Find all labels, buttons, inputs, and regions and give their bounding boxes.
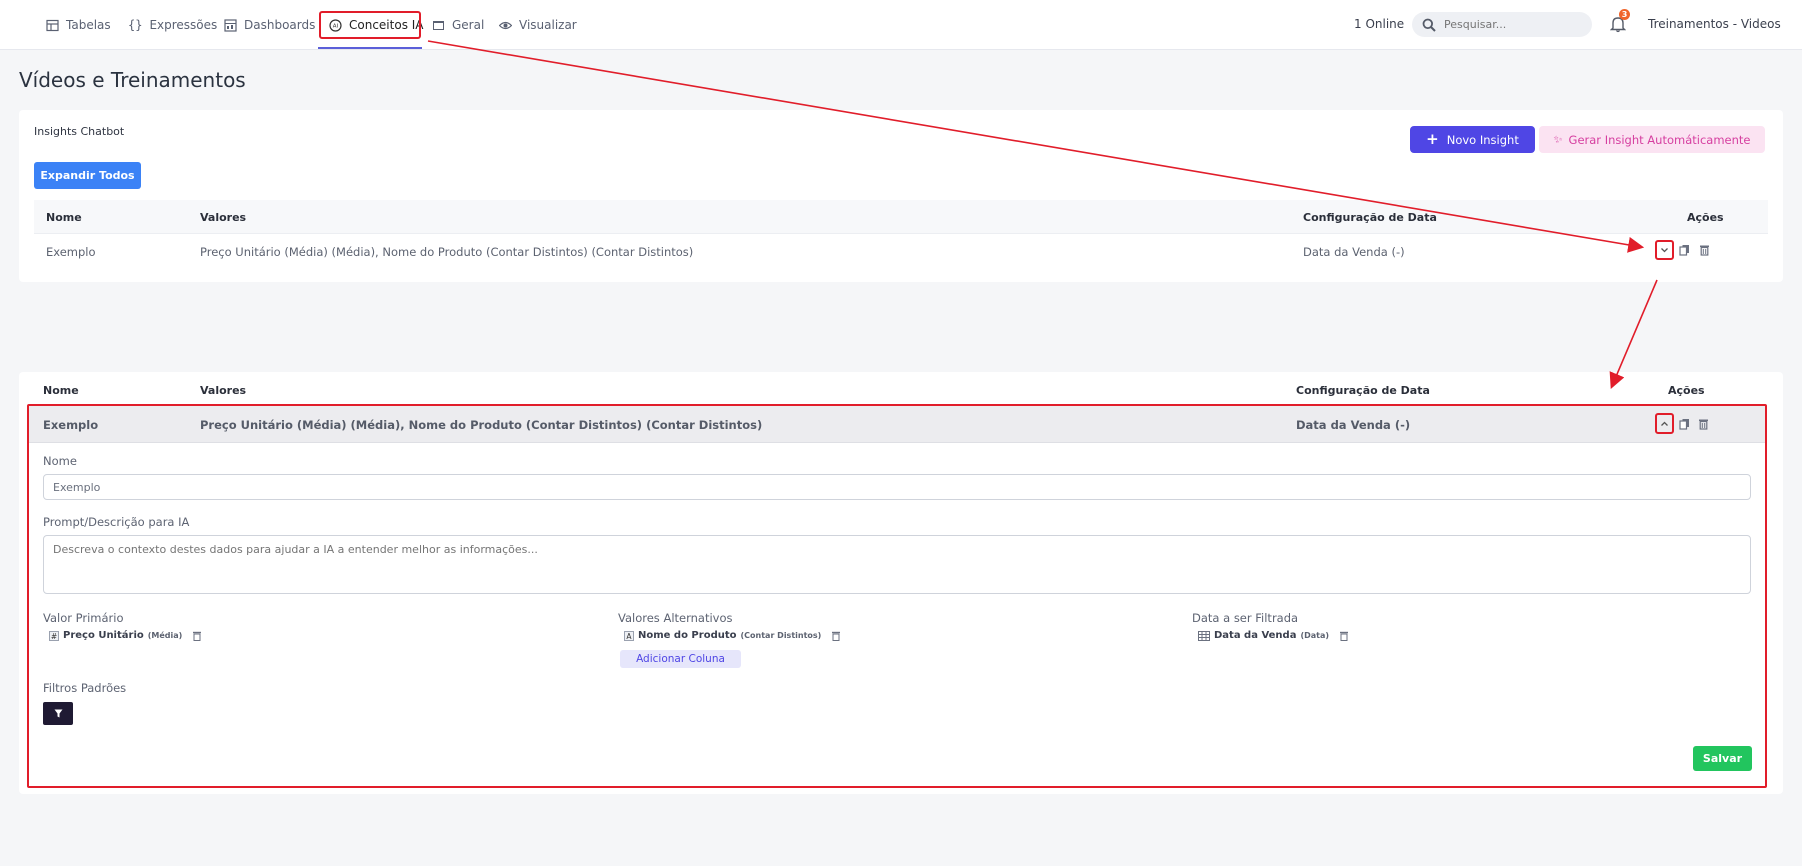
col-actions: Ações bbox=[1668, 384, 1705, 397]
row-values: Preço Unitário (Média) (Média), Nome do … bbox=[200, 418, 763, 432]
trash-icon[interactable] bbox=[831, 631, 841, 641]
col-date-config: Configuração de Data bbox=[1296, 384, 1430, 397]
date-filter-label: Data a ser Filtrada bbox=[1192, 611, 1299, 625]
table-row[interactable]: Exemplo Preço Unitário (Média) (Média), … bbox=[29, 406, 1765, 443]
window-icon bbox=[433, 20, 444, 30]
alt-value-agg: (Contar Distintos) bbox=[740, 631, 822, 640]
prompt-label: Prompt/Descrição para IA bbox=[43, 515, 190, 529]
annotation-arrow bbox=[1609, 279, 1658, 389]
tab-label: Dashboards bbox=[244, 18, 316, 32]
save-button[interactable]: Salvar bbox=[1693, 746, 1752, 771]
row-date-config: Data da Venda (-) bbox=[1296, 418, 1411, 432]
alt-value-name: Nome do Produto bbox=[638, 630, 737, 641]
tab-expressoes[interactable]: {} Expressões bbox=[122, 12, 223, 38]
search-icon bbox=[1422, 18, 1436, 32]
row-name: Exemplo bbox=[46, 245, 96, 259]
primary-value-name: Preço Unitário bbox=[63, 630, 144, 641]
primary-value-agg: (Média) bbox=[147, 631, 183, 640]
row-values: Preço Unitário (Média) (Média), Nome do … bbox=[200, 245, 694, 259]
col-name: Nome bbox=[43, 384, 79, 397]
primary-value-label: Valor Primário bbox=[43, 611, 124, 625]
copy-icon[interactable] bbox=[1679, 244, 1690, 256]
col-values: Valores bbox=[200, 384, 247, 397]
new-insight-button[interactable]: + Novo Insight bbox=[1410, 126, 1535, 153]
col-values: Valores bbox=[200, 211, 247, 224]
text-type-icon: A bbox=[624, 630, 634, 641]
filter-button[interactable] bbox=[43, 702, 73, 725]
date-filter-agg: (Data) bbox=[1300, 631, 1330, 640]
svg-text:A: A bbox=[626, 632, 632, 641]
eye-icon bbox=[499, 21, 512, 29]
braces-icon: {} bbox=[128, 18, 143, 32]
row-name: Exemplo bbox=[43, 418, 99, 432]
highlight-box bbox=[319, 11, 421, 39]
trash-icon[interactable] bbox=[1699, 244, 1710, 256]
tab-visualizar[interactable]: Visualizar bbox=[493, 12, 583, 38]
row-date-config: Data da Venda (-) bbox=[1303, 245, 1405, 259]
col-actions: Ações bbox=[1687, 211, 1724, 224]
trash-icon[interactable] bbox=[192, 631, 202, 641]
auto-generate-label: Gerar Insight Automáticamente bbox=[1568, 132, 1751, 147]
search-box[interactable] bbox=[1412, 12, 1592, 37]
online-count: 1 Online bbox=[1354, 17, 1405, 31]
highlight-box bbox=[1655, 240, 1674, 260]
top-navigation: Tabelas {} Expressões Dashboards AI Conc… bbox=[0, 0, 1802, 50]
name-label: Nome bbox=[43, 454, 77, 468]
table-icon bbox=[46, 19, 59, 31]
table-row[interactable]: Exemplo Preço Unitário (Média) (Média), … bbox=[34, 235, 1768, 269]
new-insight-label: Novo Insight bbox=[1446, 132, 1519, 147]
trash-icon[interactable] bbox=[1698, 418, 1709, 430]
tab-dashboards[interactable]: Dashboards bbox=[218, 12, 321, 38]
number-icon: # bbox=[49, 630, 59, 641]
tab-label: Expressões bbox=[149, 18, 218, 32]
trash-icon[interactable] bbox=[1339, 631, 1349, 641]
expanded-insight-panel: Exemplo Preço Unitário (Média) (Média), … bbox=[27, 404, 1767, 788]
primary-value-chip: # Preço Unitário (Média) bbox=[49, 630, 202, 641]
date-filter-chip: Data da Venda (Data) bbox=[1198, 630, 1349, 641]
date-filter-name: Data da Venda bbox=[1214, 630, 1297, 641]
add-column-button[interactable]: Adicionar Coluna bbox=[620, 650, 741, 668]
auto-generate-button[interactable]: ✨︎ Gerar Insight Automáticamente bbox=[1539, 126, 1765, 153]
prompt-field[interactable] bbox=[43, 535, 1751, 594]
name-field[interactable] bbox=[43, 474, 1751, 500]
table-header: Nome Valores Configuração de Data Ações bbox=[34, 200, 1768, 234]
insights-card: Insights Chatbot Expandir Todos + Novo I… bbox=[19, 110, 1783, 282]
tab-tabelas[interactable]: Tabelas bbox=[40, 12, 117, 38]
sparkle-icon: ✨︎ bbox=[1553, 132, 1563, 146]
search-input[interactable] bbox=[1444, 18, 1574, 31]
col-name: Nome bbox=[46, 211, 82, 224]
tab-label: Geral bbox=[452, 18, 485, 32]
workspace-name[interactable]: Treinamentos - Videos bbox=[1648, 17, 1781, 31]
highlight-box bbox=[1655, 413, 1674, 434]
alt-values-label: Valores Alternativos bbox=[618, 611, 733, 625]
copy-icon[interactable] bbox=[1679, 418, 1690, 430]
expand-all-button[interactable]: Expandir Todos bbox=[34, 162, 141, 189]
plus-icon: + bbox=[1426, 130, 1439, 148]
notification-badge: 3 bbox=[1619, 9, 1630, 20]
dashboard-icon bbox=[224, 18, 237, 32]
default-filters-label: Filtros Padrões bbox=[43, 681, 127, 695]
col-date-config: Configuração de Data bbox=[1303, 211, 1437, 224]
alt-value-chip: A Nome do Produto (Contar Distintos) bbox=[624, 630, 841, 641]
filter-icon bbox=[54, 709, 62, 718]
tab-geral[interactable]: Geral bbox=[426, 12, 490, 38]
insights-label: Insights Chatbot bbox=[34, 125, 125, 138]
tab-label: Visualizar bbox=[519, 18, 577, 32]
svg-text:#: # bbox=[51, 632, 57, 641]
tab-label: Tabelas bbox=[66, 18, 111, 32]
calendar-table-icon bbox=[1198, 630, 1210, 641]
active-tab-indicator bbox=[318, 47, 422, 49]
page-title: Vídeos e Treinamentos bbox=[19, 68, 246, 92]
